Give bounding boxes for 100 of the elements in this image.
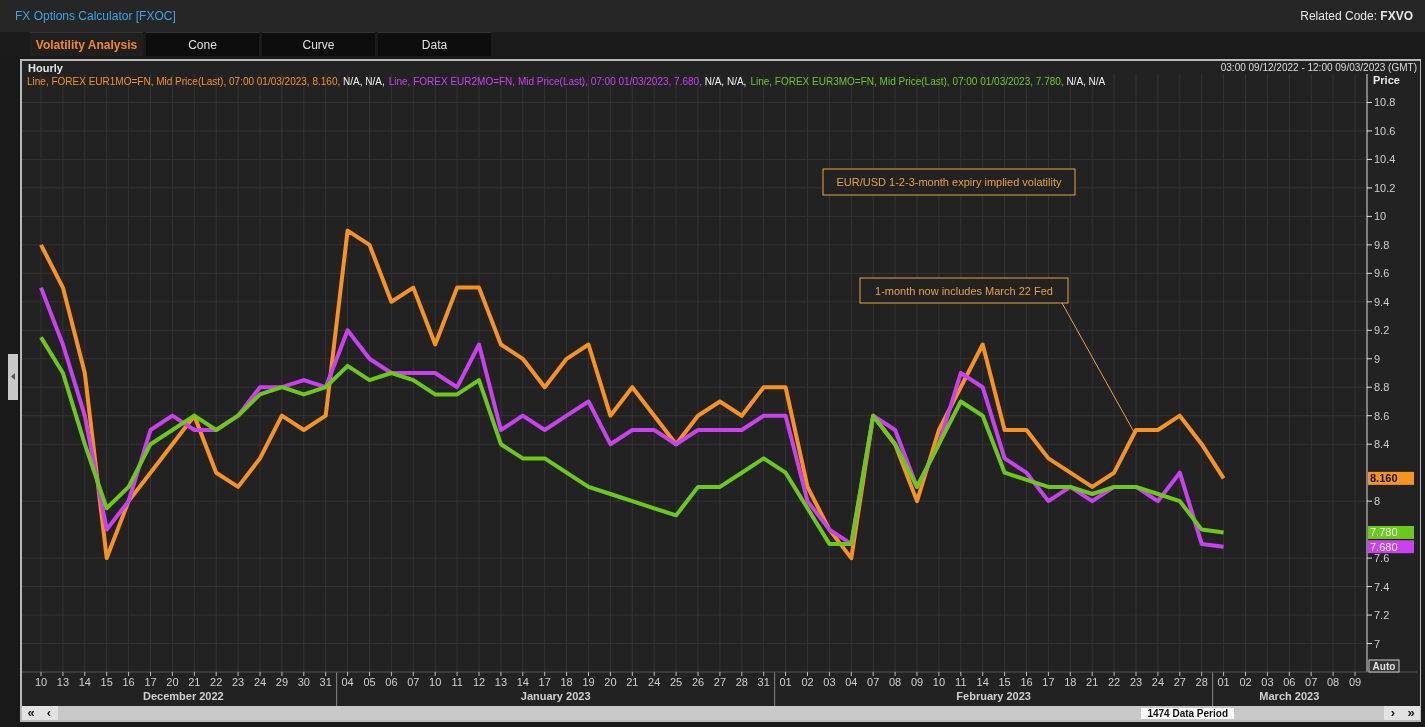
- x-tick-label: 10: [932, 676, 946, 688]
- data-period: 1474 Data Period: [1141, 707, 1234, 719]
- y-tick-label: 8: [1374, 495, 1381, 508]
- x-tick-label: 15: [998, 676, 1011, 688]
- month-label: February 2023: [956, 690, 1031, 702]
- x-tick-label: 22: [210, 676, 223, 688]
- x-tick-label: 17: [538, 676, 551, 688]
- y-tick-label: 9: [1374, 352, 1381, 365]
- x-tick-label: 03: [823, 676, 836, 688]
- x-tick-label: 05: [363, 676, 376, 688]
- x-tick-label: 21: [1086, 676, 1099, 688]
- x-tick-label: 11: [451, 676, 463, 688]
- x-tick-label: 01: [1217, 676, 1230, 688]
- first-button[interactable]: «: [22, 706, 40, 720]
- x-tick-label: 20: [604, 676, 617, 688]
- date-range: 03:00 09/12/2022 - 12:00 09/03/2023 (GMT): [1220, 62, 1417, 73]
- x-tick-label: 04: [845, 676, 858, 688]
- x-tick-label: 03: [1261, 676, 1274, 688]
- y-tick-label: 7.4: [1374, 580, 1390, 593]
- tab[interactable]: Data: [378, 32, 491, 56]
- x-tick-label: 06: [1283, 676, 1296, 688]
- y-tick-label: 9.6: [1374, 267, 1390, 280]
- x-tick-label: 02: [801, 676, 814, 688]
- x-tick-label: 22: [1107, 676, 1121, 688]
- tab[interactable]: Curve: [262, 32, 375, 56]
- next-button[interactable]: ›: [1384, 706, 1402, 720]
- x-tick-label: 27: [713, 676, 727, 688]
- x-tick-label: 04: [341, 676, 354, 688]
- x-tick-label: 31: [757, 676, 770, 688]
- x-tick-label: 18: [1064, 676, 1077, 688]
- x-tick-label: 14: [976, 676, 989, 688]
- x-tick-label: 17: [1042, 676, 1055, 688]
- x-tick-label: 11: [955, 676, 967, 688]
- x-tick-label: 20: [166, 676, 179, 688]
- x-tick-label: 26: [691, 676, 705, 688]
- x-tick-label: 10: [429, 676, 442, 688]
- tab[interactable]: Volatility Analysis: [30, 32, 143, 56]
- annotation: EUR/USD 1-2-3-month expiry implied volatility: [836, 176, 1062, 188]
- x-tick-label: 24: [253, 676, 267, 688]
- price-badge: 7.780: [1368, 525, 1414, 539]
- interval-label: Hourly: [28, 61, 63, 74]
- x-tick-label: 09: [1348, 676, 1362, 688]
- x-tick-label: 07: [867, 676, 880, 688]
- x-tick-label: 27: [1173, 676, 1186, 688]
- y-tick-label: 9.2: [1374, 324, 1390, 337]
- x-tick-label: 31: [319, 676, 332, 688]
- y-tick-label: 10.2: [1374, 181, 1396, 194]
- x-tick-label: 09: [910, 676, 924, 688]
- x-tick-label: 28: [735, 676, 748, 688]
- x-tick-label: 12: [472, 676, 486, 688]
- x-tick-label: 23: [1129, 676, 1143, 688]
- last-button[interactable]: »: [1402, 706, 1420, 720]
- x-tick-label: 23: [232, 676, 245, 688]
- y-tick-label: 7.2: [1374, 609, 1390, 622]
- x-tick-label: 21: [626, 676, 639, 688]
- y-tick-label: 10.6: [1374, 124, 1396, 137]
- y-tick-label: 7.6: [1374, 552, 1390, 565]
- x-tick-label: 24: [1151, 676, 1165, 688]
- x-tick-label: 10: [34, 676, 48, 688]
- annotation: EUR/USD 1-2-3-month expiry implied volatility: [822, 168, 1076, 196]
- x-tick-label: 07: [407, 676, 420, 688]
- x-tick-label: 29: [275, 676, 288, 688]
- x-tick-label: 21: [188, 676, 201, 688]
- y-tick-label: 7: [1374, 637, 1381, 650]
- price-badge: 8.160: [1368, 471, 1414, 485]
- y-tick-label: 10.8: [1374, 96, 1396, 109]
- y-tick-label: 9.4: [1374, 295, 1390, 308]
- x-tick-label: 14: [516, 676, 529, 688]
- y-tick-label: 9.8: [1374, 238, 1390, 251]
- x-tick-label: 30: [297, 676, 310, 688]
- x-tick-label: 06: [385, 676, 398, 688]
- x-tick-label: 15: [100, 676, 113, 688]
- y-tick-label: 10: [1374, 210, 1387, 223]
- previous-button[interactable]: ‹: [40, 706, 58, 720]
- x-tick-label: 08: [1326, 676, 1340, 688]
- x-tick-label: 07: [1305, 676, 1318, 688]
- x-tick-label: 08: [888, 676, 902, 688]
- x-tick-label: 16: [122, 676, 135, 688]
- axis-title: Price: [1373, 74, 1400, 86]
- x-tick-label: 13: [56, 676, 70, 688]
- month-label: March 2023: [1259, 690, 1320, 702]
- month-label: January 2023: [520, 690, 591, 702]
- legend-entry: Line, FOREX EUR3MO=FN, Mid Price(Last), 07:00 01/03/2023, 7.780, N/A, N/A: [750, 76, 1106, 87]
- annotation: 1-month now includes March 22 Fed: [875, 284, 1053, 297]
- related-code: Related Code: FXVO: [1300, 9, 1413, 23]
- tab[interactable]: Cone: [146, 32, 259, 56]
- x-tick-label: 02: [1239, 676, 1252, 688]
- x-tick-label: 13: [494, 676, 507, 688]
- auto-button[interactable]: Auto: [1368, 659, 1400, 673]
- y-tick-label: 8.6: [1374, 409, 1390, 422]
- x-tick-label: 25: [669, 676, 683, 688]
- x-tick-label: 19: [582, 676, 595, 688]
- month-label: December 2022: [143, 690, 224, 702]
- x-tick-label: 01: [779, 676, 792, 688]
- x-tick-label: 16: [1020, 676, 1033, 688]
- legend-entry: Line, FOREX EUR2MO=FN, Mid Price(Last), 07:00 01/03/2023, 7.680, N/A, N/A,: [388, 76, 747, 87]
- y-tick-label: 10.4: [1374, 153, 1396, 166]
- window-title: FX Options Calculator [FXOC]: [15, 9, 176, 23]
- x-tick-label: 24: [648, 676, 661, 688]
- x-tick-label: 18: [560, 676, 573, 688]
